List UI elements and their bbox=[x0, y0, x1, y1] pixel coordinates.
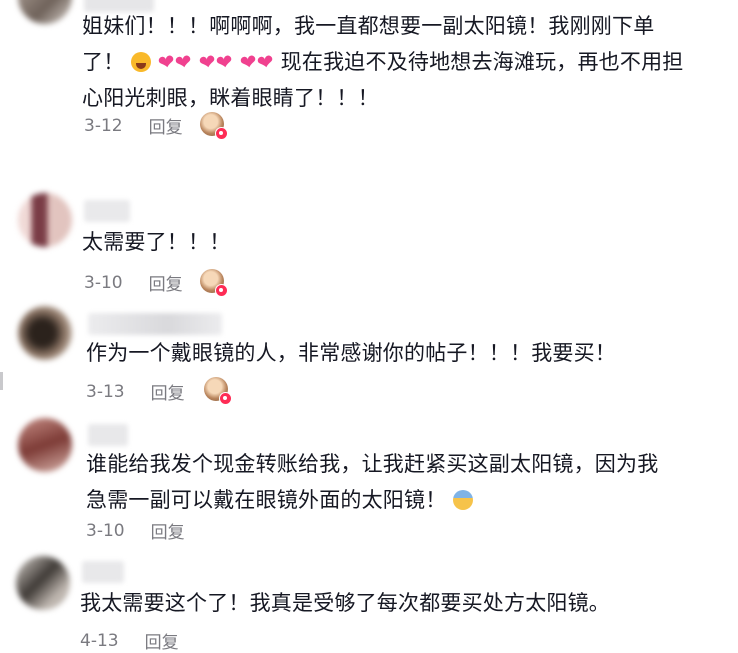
comment-meta: 3-13 回复 bbox=[86, 379, 185, 405]
screaming-face-icon bbox=[453, 490, 474, 510]
comment-date: 3-10 bbox=[84, 272, 123, 293]
scroll-indicator[interactable] bbox=[0, 372, 3, 390]
reply-button[interactable]: 回复 bbox=[149, 270, 183, 295]
commenter-username[interactable] bbox=[88, 313, 222, 335]
commenter-avatar[interactable] bbox=[16, 556, 70, 610]
comment-text: 作为一个戴眼镜的人，非常感谢你的帖子！！！我要买！ bbox=[86, 341, 616, 365]
creator-liked-icon bbox=[204, 377, 232, 405]
comment-text: 谁能给我发个现金转账给我，让我赶紧买这副太阳镜，因为我 急需一副可以戴在眼镜外面… bbox=[86, 446, 658, 518]
commenter-avatar[interactable] bbox=[18, 193, 72, 247]
commenter-avatar[interactable] bbox=[18, 0, 72, 24]
commenter-avatar[interactable] bbox=[18, 418, 72, 472]
comment-line: 谁能给我发个现金转账给我，让我赶紧买这副太阳镜，因为我 bbox=[86, 452, 659, 476]
reply-button[interactable]: 回复 bbox=[151, 518, 185, 543]
commenter-username[interactable] bbox=[82, 561, 124, 583]
reply-button[interactable]: 回复 bbox=[149, 113, 183, 138]
commenter-avatar[interactable] bbox=[18, 306, 72, 360]
comment-meta: 3-10 回复 bbox=[84, 270, 183, 296]
commenter-username[interactable] bbox=[84, 200, 130, 222]
comment-text: 我太需要这个了！我真是受够了每次都要买处方太阳镜。 bbox=[80, 591, 610, 615]
comment-meta: 4-13 回复 bbox=[80, 628, 179, 653]
comment-line: 了！ ❤❤ ❤❤ ❤❤ 现在我迫不及待地想去海滩玩，再也不用担 bbox=[82, 44, 683, 80]
comment-date: 3-10 bbox=[86, 520, 125, 541]
comment-text: 太需要了！！！ bbox=[82, 230, 231, 254]
comment-meta: 3-10 回复 bbox=[86, 518, 185, 544]
creator-liked-icon bbox=[200, 269, 228, 297]
comment-date: 3-13 bbox=[86, 381, 125, 402]
commenter-username[interactable] bbox=[88, 424, 128, 446]
comment-line: 急需一副可以戴在眼镜外面的太阳镜！ bbox=[86, 482, 658, 518]
comment-meta: 3-12 回复 bbox=[84, 113, 183, 139]
comment-line: 姐妹们！！！啊啊啊，我一直都想要一副太阳镜！我刚刚下单 bbox=[82, 14, 655, 38]
creator-liked-icon bbox=[200, 112, 228, 140]
reply-button[interactable]: 回复 bbox=[151, 379, 185, 404]
comment-line: 心阳光刺眼，眯着眼睛了！！！ bbox=[82, 86, 379, 110]
reply-button[interactable]: 回复 bbox=[145, 628, 179, 653]
comment-date: 3-12 bbox=[84, 115, 123, 136]
comment-text: 姐妹们！！！啊啊啊，我一直都想要一副太阳镜！我刚刚下单 了！ ❤❤ ❤❤ ❤❤ … bbox=[82, 8, 683, 116]
weary-face-icon bbox=[131, 52, 152, 72]
